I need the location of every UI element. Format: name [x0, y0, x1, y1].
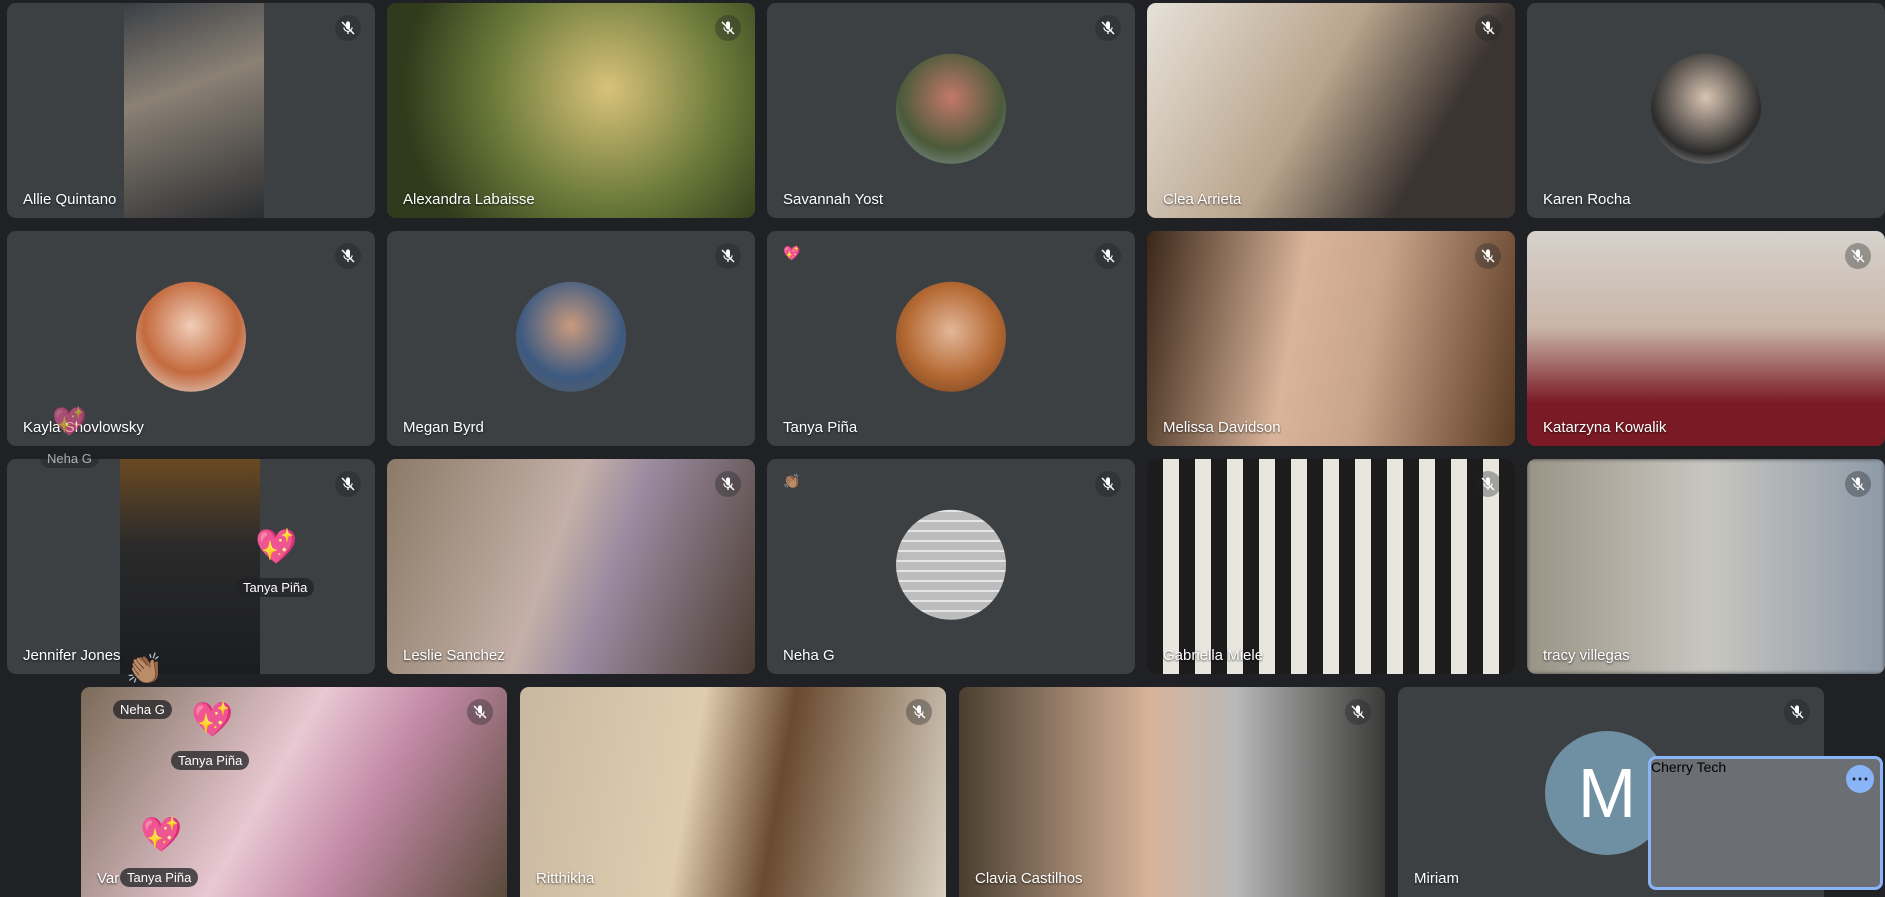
- participant-video: [124, 3, 264, 218]
- participant-name: Katarzyna Kowalik: [1543, 419, 1667, 436]
- participant-name: Jennifer Jones: [23, 647, 121, 664]
- participant-name: Clavia Castilhos: [975, 870, 1083, 887]
- participant-video: [387, 3, 755, 218]
- heart-reaction-icon: 💖: [140, 816, 183, 854]
- participant-name: Savannah Yost: [783, 191, 884, 208]
- mic-off-icon: [335, 15, 361, 41]
- mic-off-icon: [467, 699, 493, 725]
- avatar: [896, 281, 1006, 392]
- heart-reaction-icon: 💖: [191, 701, 234, 739]
- participant-video: [1527, 231, 1885, 446]
- mic-off-icon: [715, 471, 741, 497]
- participant-name: Karen Rocha: [1543, 191, 1631, 208]
- clap-reaction-icon: 👏🏽: [783, 473, 801, 489]
- participant-name: Miriam: [1414, 870, 1459, 887]
- participant-tile[interactable]: Allie Quintano: [7, 3, 375, 218]
- mic-off-icon: [1095, 15, 1121, 41]
- participant-name: Tanya Piña: [783, 419, 858, 436]
- participant-tile[interactable]: Alexandra Labaisse: [387, 3, 755, 218]
- participant-name: tracy villegas: [1543, 647, 1630, 664]
- heart-reaction-icon: 💖: [783, 245, 801, 261]
- participant-name: Allie Quintano: [23, 191, 117, 208]
- participant-name: Leslie Sanchez: [403, 647, 505, 664]
- reaction-sender-label: Tanya Piña: [120, 868, 199, 887]
- mic-off-icon: [1095, 471, 1121, 497]
- participant-video: [120, 459, 260, 674]
- mic-off-icon: [715, 15, 741, 41]
- participant-tile[interactable]: tracy villegas: [1527, 459, 1885, 674]
- mic-off-icon: [1845, 471, 1871, 497]
- participant-tile[interactable]: Megan Byrd: [387, 231, 755, 446]
- participant-name: Megan Byrd: [403, 419, 484, 436]
- reaction-sender-label: Neha G: [113, 700, 172, 719]
- participant-tile[interactable]: Karen Rocha: [1527, 3, 1885, 218]
- mic-off-icon: [1345, 699, 1371, 725]
- heart-reaction-icon: 💖: [255, 528, 298, 566]
- avatar: [1651, 53, 1761, 164]
- participant-video: [387, 459, 755, 674]
- participant-tile[interactable]: Melissa Davidson: [1147, 231, 1515, 446]
- avatar: [516, 281, 626, 392]
- participant-video: [1527, 459, 1885, 674]
- participant-tile[interactable]: 💖 Tanya Piña: [767, 231, 1135, 446]
- mic-off-icon: [335, 243, 361, 269]
- mic-off-icon: [715, 243, 741, 269]
- participant-tile[interactable]: Clea Arrieta: [1147, 3, 1515, 218]
- participant-name: Melissa Davidson: [1163, 419, 1281, 436]
- reaction-sender-label: Tanya Piña: [236, 578, 315, 597]
- self-name: Cherry Tech: [1651, 759, 1727, 775]
- avatar: [896, 53, 1006, 164]
- self-view-tile[interactable]: ⋯ Cherry Tech: [1648, 756, 1883, 890]
- mic-off-icon: [906, 699, 932, 725]
- mic-off-icon: [1784, 699, 1810, 725]
- participant-tile[interactable]: Savannah Yost: [767, 3, 1135, 218]
- participant-tile[interactable]: Ritthikha: [520, 687, 946, 897]
- mic-off-icon: [1475, 243, 1501, 269]
- participant-name: Alexandra Labaisse: [403, 191, 535, 208]
- participant-tile[interactable]: Katarzyna Kowalik: [1527, 231, 1885, 446]
- heart-reaction-icon: 💖: [52, 406, 87, 437]
- participant-name: Var: [97, 870, 120, 887]
- participant-name: Ritthikha: [536, 870, 595, 887]
- avatar: [896, 509, 1006, 620]
- mic-off-icon: [1845, 243, 1871, 269]
- participant-video: [959, 687, 1385, 897]
- participant-video: [1147, 3, 1515, 218]
- participant-tile[interactable]: Leslie Sanchez: [387, 459, 755, 674]
- participant-name: Gabriella Miele: [1163, 647, 1264, 664]
- reaction-sender-label: Tanya Piña: [171, 751, 250, 770]
- mic-off-icon: [1475, 471, 1501, 497]
- more-options-icon[interactable]: ⋯: [1846, 765, 1874, 793]
- mic-off-icon: [1475, 15, 1501, 41]
- participant-video: [520, 687, 946, 897]
- clap-reaction-icon: 👏🏽: [126, 653, 164, 686]
- participant-name: Neha G: [783, 647, 835, 664]
- mic-off-icon: [335, 471, 361, 497]
- participant-tile[interactable]: Jennifer Jones: [7, 459, 375, 674]
- reaction-sender-label: Neha G: [40, 449, 99, 468]
- avatar: [136, 281, 246, 392]
- participant-tile[interactable]: Clavia Castilhos: [959, 687, 1385, 897]
- participant-name: Clea Arrieta: [1163, 191, 1242, 208]
- participant-tile[interactable]: Gabriella Miele: [1147, 459, 1515, 674]
- participant-video: [1147, 459, 1515, 674]
- participant-video: [1147, 231, 1515, 446]
- participant-tile[interactable]: 👏🏽 Neha G: [767, 459, 1135, 674]
- mic-off-icon: [1095, 243, 1121, 269]
